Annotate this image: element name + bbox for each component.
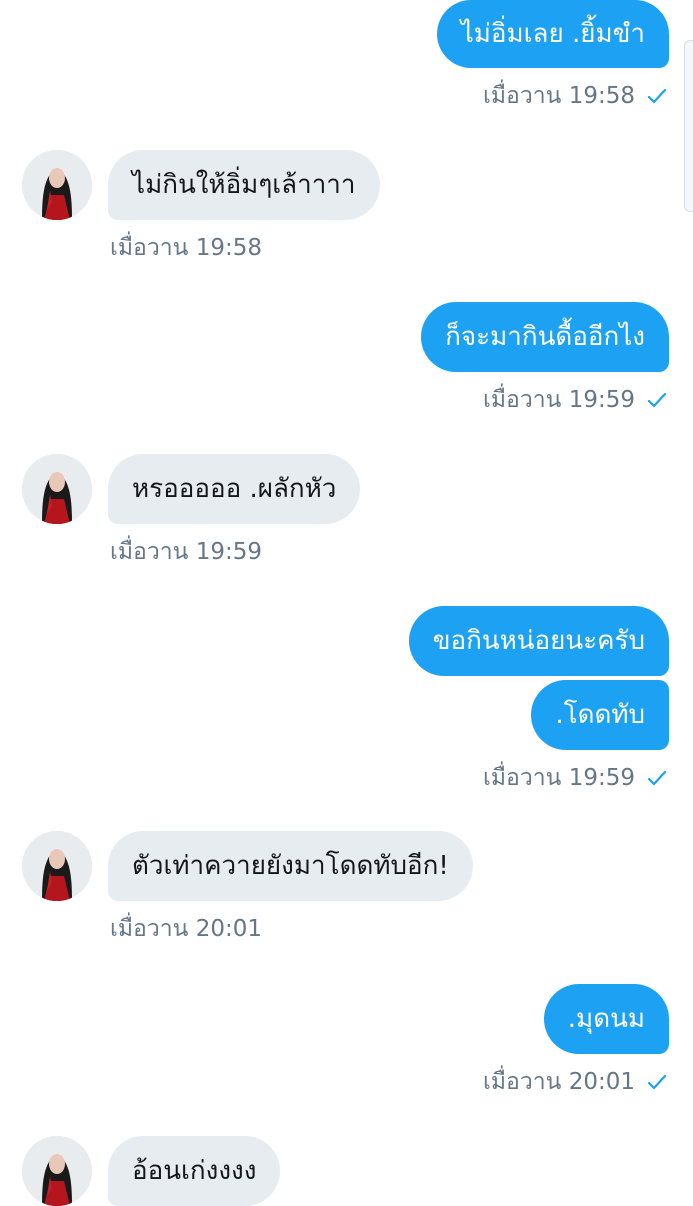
message-timestamp: เมื่อวาน 19:59	[483, 765, 635, 791]
message-timestamp: เมื่อวาน 20:01	[110, 916, 262, 942]
message-text: ไม่กินให้อิ่มๆเล้าาาา	[132, 170, 356, 200]
received-message-bubble[interactable]: ตัวเท่าควายยังมาโดดทับอีก!	[108, 831, 473, 901]
message-timestamp: เมื่อวาน 19:59	[483, 387, 635, 413]
avatar[interactable]	[22, 150, 92, 220]
sent-message-bubble[interactable]: ไม่อิ่มเลย .ยิ้มขำ	[436, 0, 669, 68]
avatar[interactable]	[22, 1136, 92, 1206]
avatar-photo-icon	[22, 454, 92, 524]
check-icon	[647, 770, 667, 786]
received-message-bubble[interactable]: อ้อนเก่งงงง	[108, 1136, 281, 1206]
message-meta: เมื่อวาน 19:59	[110, 534, 262, 570]
message-text: ก็จะมากินดื้ออีกไง	[445, 322, 645, 352]
received-message-bubble[interactable]: หรอออออ .ผลักหัว	[108, 454, 361, 524]
check-icon	[647, 392, 667, 408]
message-text: หรอออออ .ผลักหัว	[132, 474, 337, 504]
check-icon	[647, 1074, 667, 1090]
sent-message-bubble[interactable]: ก็จะมากินดื้ออีกไง	[421, 302, 669, 372]
message-timestamp: เมื่อวาน 20:01	[483, 1069, 635, 1095]
message-meta: เมื่อวาน 19:58	[110, 230, 262, 266]
avatar[interactable]	[22, 831, 92, 901]
message-text: ขอกินหน่อยนะครับ	[432, 626, 645, 656]
message-meta: เมื่อวาน 19:59	[483, 760, 667, 796]
sent-message-bubble[interactable]: .โดดทับ	[531, 680, 669, 750]
message-meta: เมื่อวาน 20:01	[483, 1064, 667, 1100]
message-text: ตัวเท่าควายยังมาโดดทับอีก!	[132, 851, 449, 881]
avatar-photo-icon	[22, 1136, 92, 1206]
message-meta: เมื่อวาน 19:58	[483, 78, 667, 114]
message-text: .โดดทับ	[555, 700, 645, 730]
sent-message-bubble[interactable]: ขอกินหน่อยนะครับ	[408, 606, 669, 676]
message-text: อ้อนเก่งงงง	[132, 1156, 257, 1186]
scrollbar[interactable]	[684, 40, 693, 212]
message-timestamp: เมื่อวาน 19:58	[110, 235, 262, 261]
message-timestamp: เมื่อวาน 19:58	[483, 83, 635, 109]
check-icon	[647, 88, 667, 104]
message-meta: เมื่อวาน 20:01	[110, 911, 262, 947]
message-text: ไม่อิ่มเลย .ยิ้มขำ	[460, 19, 645, 49]
avatar-photo-icon	[22, 150, 92, 220]
sent-message-bubble[interactable]: .มุดนม	[543, 984, 669, 1054]
received-message-bubble[interactable]: ไม่กินให้อิ่มๆเล้าาาา	[108, 150, 380, 220]
avatar-photo-icon	[22, 831, 92, 901]
message-meta: เมื่อวาน 19:59	[483, 382, 667, 418]
message-timestamp: เมื่อวาน 19:59	[110, 539, 262, 565]
message-text: .มุดนม	[567, 1004, 645, 1034]
avatar[interactable]	[22, 454, 92, 524]
